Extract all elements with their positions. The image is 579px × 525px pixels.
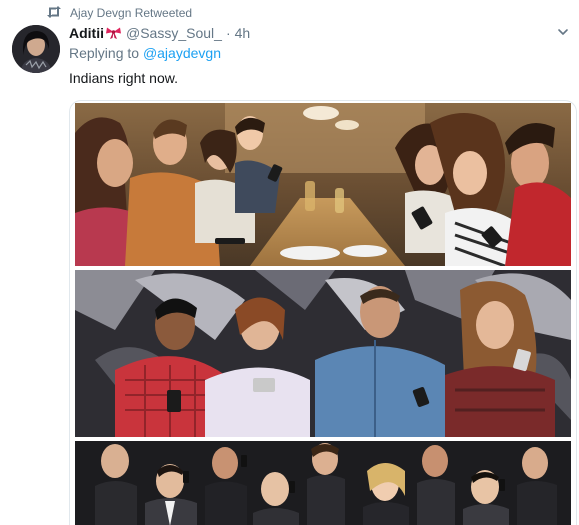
photo-four-people-on-phones-graffiti-wall[interactable] (75, 270, 571, 437)
timestamp[interactable]: 4h (235, 25, 251, 41)
chevron-down-icon[interactable] (557, 26, 569, 38)
replying-to: Replying to @ajaydevgn (69, 45, 221, 61)
retweet-icon (47, 6, 61, 18)
tweet-text: Indians right now. (69, 70, 178, 86)
photo-people-at-dinner-table-on-phones[interactable] (75, 103, 571, 266)
tweet[interactable]: Ajay Devgn Retweeted Aditii @Sassy_Soul_… (0, 0, 579, 525)
separator-dot: · (225, 25, 231, 41)
tweet-header: Aditii @Sassy_Soul_ · 4h (69, 24, 567, 42)
retweet-label[interactable]: Ajay Devgn Retweeted (70, 6, 192, 20)
avatar-image (12, 25, 60, 73)
retweet-context: Ajay Devgn Retweeted (46, 5, 192, 21)
reply-prefix: Replying to (69, 45, 143, 61)
reply-to-link[interactable]: @ajaydevgn (143, 45, 221, 61)
user-handle[interactable]: @Sassy_Soul_ (126, 25, 222, 41)
tweet-media[interactable] (69, 100, 577, 525)
avatar[interactable] (12, 25, 60, 73)
photo-business-crowd-on-phones[interactable] (75, 441, 571, 525)
display-name[interactable]: Aditii (69, 25, 104, 41)
ribbon-bow-icon (106, 27, 121, 39)
